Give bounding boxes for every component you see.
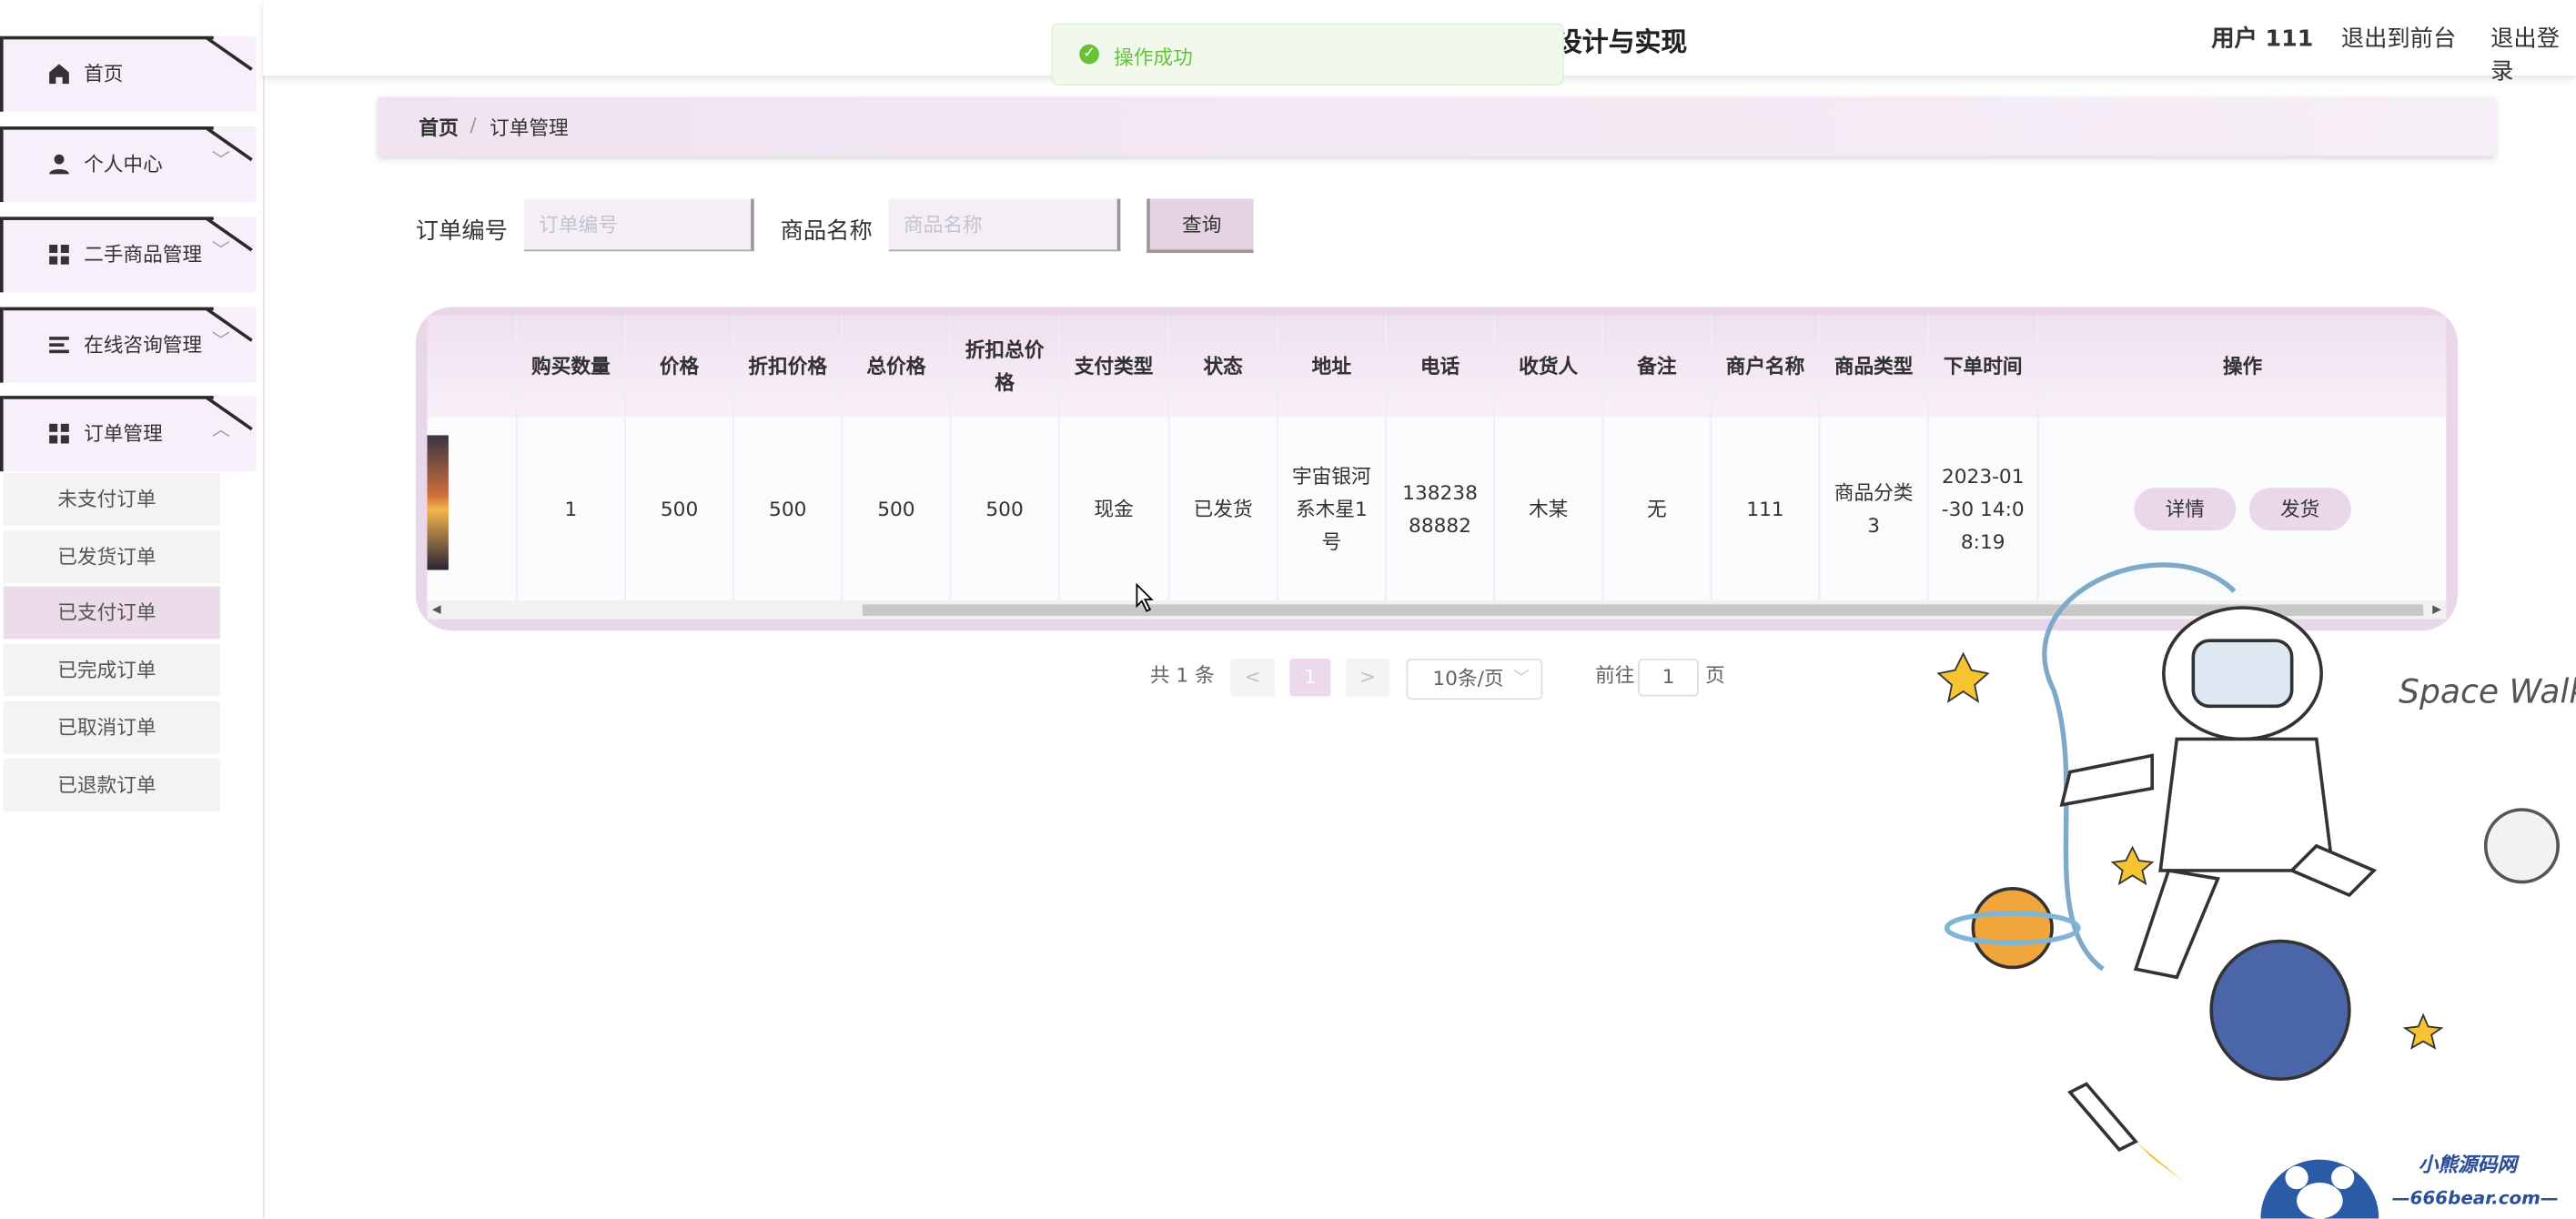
table-cell: 500: [951, 417, 1060, 601]
column-header: 备注: [1603, 315, 1712, 418]
column-header: 支付类型: [1060, 315, 1170, 418]
chevron-down-icon: ﹀: [211, 149, 230, 171]
table-cell: 500: [626, 417, 735, 601]
column-header: 商户名称: [1712, 315, 1821, 418]
order-number-label: 订单编号: [415, 218, 508, 246]
sidebar-subitem-unpaid[interactable]: 未支付订单: [3, 472, 220, 526]
watermark-url: —666bear.com—: [2391, 1187, 2559, 1209]
goods-name-input[interactable]: [888, 198, 1121, 252]
table-cell: 现金: [1060, 417, 1170, 601]
goto-prefix: 前往: [1595, 663, 1635, 687]
page-title: 设计与实现: [1555, 25, 1688, 58]
query-button[interactable]: 查询: [1147, 198, 1254, 254]
grid-icon: [49, 423, 69, 444]
chevron-up-icon: ︿: [211, 418, 230, 440]
scroll-left-icon[interactable]: ◀: [432, 601, 441, 620]
column-header: 操作: [2222, 354, 2263, 378]
page-number-current[interactable]: 1: [1289, 659, 1331, 697]
check-circle-icon: ✓: [1079, 44, 1099, 65]
page-size-value: 10条/页: [1432, 667, 1504, 690]
home-icon: [49, 64, 69, 85]
list-icon: [49, 337, 69, 354]
sidebar-item-label: 二手商品管理: [84, 243, 203, 267]
goods-name-label: 商品名称: [780, 218, 873, 246]
table-cell: 500: [843, 417, 952, 601]
toast-text: 操作成功: [1114, 45, 1193, 69]
breadcrumb-separator: /: [470, 113, 477, 136]
sidebar-subitem-shipped[interactable]: 已发货订单: [3, 530, 220, 583]
column-header: 折扣价格: [734, 315, 844, 418]
goods-thumbnail: [427, 435, 449, 570]
column-header: 折扣总价格: [951, 315, 1060, 418]
goto-page-input[interactable]: 1: [1638, 659, 1699, 697]
sidebar-item-label: 首页: [84, 62, 124, 86]
table-cell: 宇宙银河系木星1号: [1278, 417, 1387, 601]
sidebar-item-home[interactable]: 首页: [0, 35, 257, 112]
breadcrumb-current: 订单管理: [490, 116, 569, 140]
sidebar-item-consult[interactable]: 在线咨询管理 ﹀: [0, 307, 257, 383]
bear-logo-icon: [2260, 1159, 2379, 1219]
astronaut-illustration: Space Walk: [1936, 562, 2576, 1183]
sidebar-item-personal[interactable]: 个人中心 ﹀: [0, 126, 257, 203]
page-size-select[interactable]: 10条/页 ﹀: [1406, 659, 1543, 700]
exit-to-front-link[interactable]: 退出到前台: [2341, 21, 2456, 54]
mouse-cursor-icon: [1136, 582, 1154, 612]
sidebar-subitem-refunded[interactable]: 已退款订单: [3, 759, 220, 811]
column-header: 商品类型: [1820, 315, 1929, 418]
column-header: 下单时间: [1929, 315, 2039, 418]
table-cell: 无: [1603, 417, 1712, 601]
goto-suffix: 页: [1705, 663, 1725, 687]
column-header: 地址: [1278, 315, 1387, 418]
sidebar-item-orders[interactable]: 订单管理 ︿: [0, 396, 257, 472]
column-header: 价格: [626, 315, 735, 418]
column-header: 状态: [1170, 315, 1278, 418]
column-header: 总价格: [843, 315, 952, 418]
sidebar-item-label: 个人中心: [84, 152, 163, 176]
table-cell: 木某: [1495, 417, 1604, 601]
table-cell: 已发货: [1170, 417, 1278, 601]
table-cell-image: [427, 417, 518, 601]
column-header: 电话: [1387, 315, 1496, 418]
prev-page-button[interactable]: <: [1230, 659, 1276, 697]
user-icon: [49, 154, 69, 175]
table-header: 购买数量 价格 折扣价格 总价格 折扣总价格 支付类型 状态 地址 电话 收货人…: [427, 315, 2447, 418]
user-name: 用户 111: [2211, 25, 2314, 53]
table-cell: 500: [734, 417, 844, 601]
sidebar: 首页 个人中心 ﹀ 二手商品管理 ﹀ 在线咨询管理 ﹀ 订单管理 ︿ 未支付订单…: [0, 0, 265, 1219]
grid-icon: [49, 245, 69, 265]
table-cell: 111: [1712, 417, 1821, 601]
breadcrumb: 首页 / 订单管理: [378, 96, 2496, 156]
pagination-total: 共 1 条: [1149, 663, 1215, 687]
column-header-image: [427, 315, 518, 418]
order-number-input[interactable]: [523, 198, 754, 252]
column-header: 收货人: [1495, 315, 1604, 418]
sidebar-subitem-cancelled[interactable]: 已取消订单: [3, 700, 220, 754]
sidebar-item-label: 订单管理: [84, 422, 163, 446]
sidebar-item-goods[interactable]: 二手商品管理 ﹀: [0, 217, 257, 293]
watermark-title: 小熊源码网: [2418, 1153, 2518, 1176]
chevron-down-icon: ﹀: [211, 239, 230, 262]
chevron-down-icon: ﹀: [1512, 670, 1530, 689]
sidebar-subitem-paid[interactable]: 已支付订单: [3, 586, 220, 640]
sidebar-item-label: 在线咨询管理: [84, 333, 203, 357]
table-cell: 13823888882: [1387, 417, 1496, 601]
breadcrumb-home[interactable]: 首页: [419, 114, 458, 142]
success-toast: ✓ 操作成功: [1051, 23, 1564, 86]
chevron-down-icon: ﹀: [211, 329, 230, 352]
next-page-button[interactable]: >: [1345, 659, 1390, 697]
table-cell: 1: [518, 417, 626, 601]
space-walk-text: Space Walk: [2399, 672, 2576, 711]
column-header: 购买数量: [518, 315, 626, 418]
logout-link[interactable]: 退出登录: [2490, 21, 2576, 86]
sidebar-subitem-completed[interactable]: 已完成订单: [3, 643, 220, 697]
